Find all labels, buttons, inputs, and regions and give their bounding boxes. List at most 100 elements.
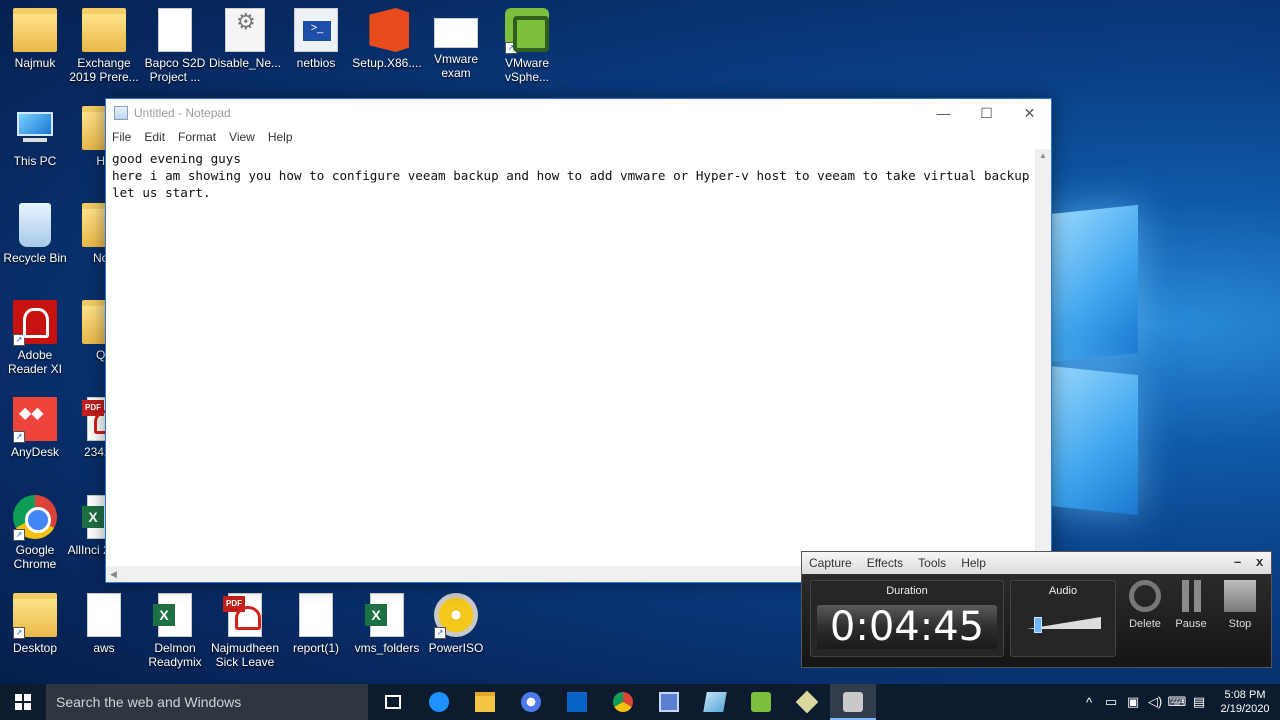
windows-logo-wallpaper <box>1040 204 1280 540</box>
desktop-icon[interactable]: Exchange 2019 Prere... <box>66 8 142 84</box>
desktop-icon[interactable]: ↗ VMware vSphe... <box>489 8 565 84</box>
notepad-window[interactable]: Untitled - Notepad — ☐ ✕ File Edit Forma… <box>105 98 1052 583</box>
audio-level-knob[interactable] <box>1034 617 1042 633</box>
desktop-icon[interactable]: Disable_Ne... <box>207 8 283 70</box>
recorder-menu-effects[interactable]: Effects <box>867 556 903 570</box>
desktop-icon[interactable]: Xvms_folders <box>349 593 425 655</box>
taskbar-app-chrome[interactable] <box>600 684 646 720</box>
menu-format[interactable]: Format <box>178 130 216 144</box>
audio-panel: Audio <box>1010 580 1116 657</box>
office-setup-icon <box>369 8 409 52</box>
recorder-minimize-button[interactable]: – <box>1234 554 1241 569</box>
user-folder-icon <box>13 8 57 52</box>
minimize-button[interactable]: — <box>922 99 965 127</box>
desktop-icon[interactable]: ↗ Adobe Reader XI <box>0 300 73 376</box>
desktop-icon-label: Desktop <box>12 641 58 655</box>
delete-button[interactable]: Delete <box>1125 580 1165 630</box>
menu-help[interactable]: Help <box>268 130 293 144</box>
screen-recorder-widget[interactable]: Capture Effects Tools Help – x Duration … <box>801 551 1272 668</box>
desktop-icon[interactable]: netbios <box>278 8 354 70</box>
desktop-icon-label: Adobe Reader XI <box>7 348 63 376</box>
desktop-icon[interactable]: Najmuk <box>0 8 73 70</box>
desktop-icon[interactable]: Setup.X86.... <box>349 8 425 70</box>
action-center-icon[interactable]: ▤ <box>1188 694 1210 710</box>
duration-label: Duration <box>886 585 928 597</box>
desktop-icon[interactable]: Vmware exam <box>418 8 494 80</box>
clock-date: 2/19/2020 <box>1220 703 1270 715</box>
desktop-icon-label: Disable_Ne... <box>208 56 282 70</box>
desktop-icon-label: Setup.X86.... <box>352 56 422 70</box>
taskbar-apps <box>370 684 876 720</box>
volume-icon[interactable]: ◁) <box>1144 694 1166 710</box>
edge-icon <box>429 692 449 712</box>
taskbar-app-notepad[interactable] <box>692 684 738 720</box>
taskbar-app-edge[interactable] <box>416 684 462 720</box>
recorder-close-button[interactable]: x <box>1256 554 1263 569</box>
recorder-menu-capture[interactable]: Capture <box>809 556 852 570</box>
desktop-icon[interactable]: This PC <box>0 106 73 168</box>
desktop-icon[interactable]: Recycle Bin <box>0 203 73 265</box>
taskbar-app-outlook[interactable] <box>554 684 600 720</box>
delete-label: Delete <box>1129 618 1161 630</box>
menu-view[interactable]: View <box>229 130 255 144</box>
desktop-icon-label: Delmon Readymix <box>148 641 202 669</box>
taskbar-app-hyper-v[interactable] <box>784 684 830 720</box>
desktop-icon-label: Najmuk <box>14 56 56 70</box>
audio-level-slider[interactable] <box>1027 617 1101 633</box>
menu-file[interactable]: File <box>112 130 131 144</box>
show-hidden-icons-chevron-icon[interactable]: ^ <box>1078 695 1100 710</box>
recorder-menu-help[interactable]: Help <box>961 556 986 570</box>
desktop-icon[interactable]: ↗ PowerISO <box>418 593 494 655</box>
recorder-menu-tools[interactable]: Tools <box>918 556 946 570</box>
desktop-folder-icon: ↗ <box>13 593 57 639</box>
taskbar-app-recorder[interactable] <box>830 684 876 720</box>
keyboard-icon[interactable]: ⌨ <box>1166 694 1188 710</box>
vmware-vsphere-icon <box>751 692 771 712</box>
taskbar-app-remote-desktop[interactable] <box>646 684 692 720</box>
desktop-icon[interactable]: X Delmon Readymix <box>137 593 213 669</box>
folder-icon <box>82 8 126 52</box>
network-icon[interactable]: ▣ <box>1122 694 1144 710</box>
shortcut-arrow-icon: ↗ <box>13 627 25 639</box>
pause-button[interactable]: Pause <box>1171 580 1211 630</box>
window-title: Untitled - Notepad <box>134 106 231 120</box>
power-icon[interactable]: ▭ <box>1100 694 1122 710</box>
menu-edit[interactable]: Edit <box>144 130 165 144</box>
notepad-title-bar[interactable]: Untitled - Notepad — ☐ ✕ <box>106 99 1051 127</box>
taskbar: Search the web and Windows ^ ▭ ▣ ◁) ⌨ ▤ … <box>0 684 1280 720</box>
notepad-text-area[interactable]: good evening guys here i am showing you … <box>106 149 1035 566</box>
pause-label: Pause <box>1175 618 1207 630</box>
taskbar-app-task-view[interactable] <box>370 684 416 720</box>
vertical-scrollbar[interactable]: ▲ <box>1035 149 1051 566</box>
desktop-icon[interactable]: ↗ AnyDesk <box>0 397 73 459</box>
desktop-icon-label: PowerISO <box>428 641 484 655</box>
desktop-icon-label: Bapco S2D Project ... <box>144 56 206 84</box>
shortcut-arrow-icon: ↗ <box>13 431 25 443</box>
taskbar-app-chromium[interactable] <box>508 684 554 720</box>
stop-button[interactable]: Stop <box>1220 580 1260 630</box>
hyper-v-icon <box>795 690 819 714</box>
start-button[interactable] <box>0 684 46 720</box>
taskbar-app-vmware-vsphere[interactable] <box>738 684 784 720</box>
recorder-menu-bar: Capture Effects Tools Help – x <box>802 552 1271 574</box>
maximize-button[interactable]: ☐ <box>965 99 1008 127</box>
desktop-icon-label: VMware vSphe... <box>504 56 550 84</box>
chrome-icon: ↗ <box>13 495 57 541</box>
vmware-vsphere-icon: ↗ <box>505 8 549 54</box>
taskbar-search-box[interactable]: Search the web and Windows <box>46 684 368 720</box>
shortcut-arrow-icon: ↗ <box>434 627 446 639</box>
desktop-icon-label: Najmudheen Sick Leave <box>210 641 280 669</box>
desktop-icon[interactable]: aws <box>66 593 142 655</box>
desktop-icon[interactable]: Bapco S2D Project ... <box>137 8 213 84</box>
excel-file-icon: X <box>153 593 192 637</box>
desktop-icon-label: Recycle Bin <box>3 251 67 265</box>
close-button[interactable]: ✕ <box>1008 99 1051 127</box>
taskbar-app-file-explorer[interactable] <box>462 684 508 720</box>
scroll-up-arrow-icon[interactable]: ▲ <box>1035 149 1051 163</box>
taskbar-clock[interactable]: 5:08 PM 2/19/2020 <box>1210 688 1280 716</box>
desktop-icon[interactable]: ↗ Google Chrome <box>0 495 73 571</box>
desktop-icon[interactable]: ↗ Desktop <box>0 593 73 655</box>
desktop-icon[interactable]: report(1) <box>278 593 354 655</box>
desktop-icon[interactable]: PDF Najmudheen Sick Leave <box>207 593 283 669</box>
desktop-icon-label: report(1) <box>292 641 339 655</box>
